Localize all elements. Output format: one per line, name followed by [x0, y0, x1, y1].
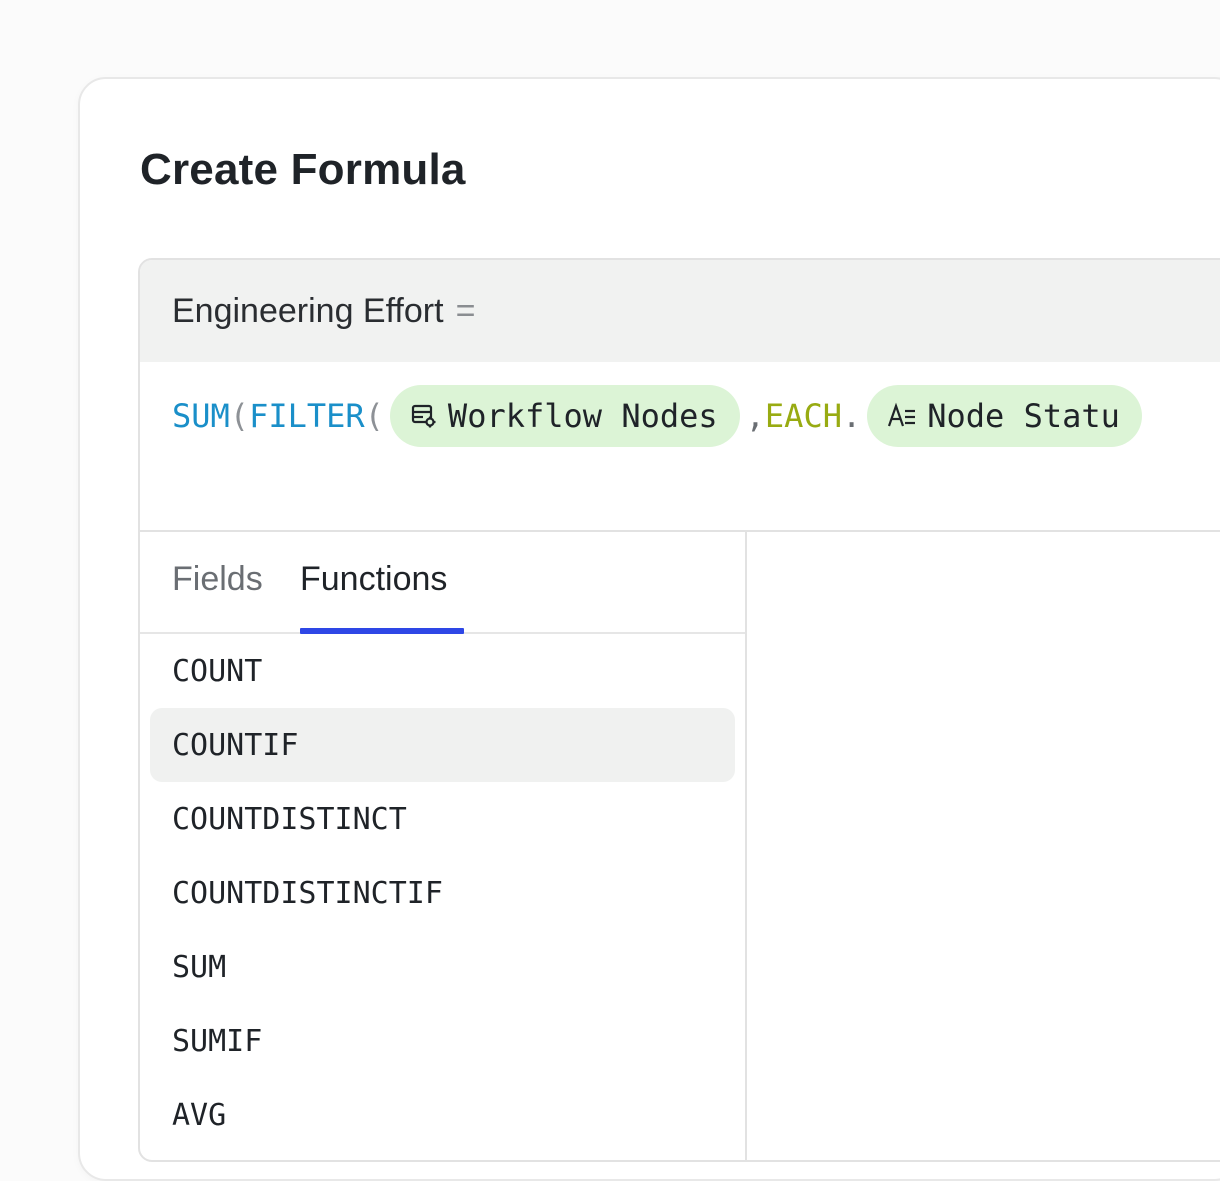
function-item-countif[interactable]: COUNTIF	[150, 708, 735, 782]
comma-token: ,	[745, 397, 765, 435]
panel-tabs: Fields Functions	[140, 532, 745, 634]
function-list: COUNT COUNTIF COUNTDISTINCT COUNTDISTINC…	[140, 634, 745, 1152]
chip-label: Workflow Nodes	[447, 397, 718, 435]
formula-input[interactable]: SUM ( FILTER ( Workflow Nodes , EACH . N…	[140, 362, 1220, 532]
function-token-sum[interactable]: SUM	[172, 397, 230, 435]
function-item-avg[interactable]: AVG	[140, 1078, 735, 1152]
function-item-sum[interactable]: SUM	[140, 930, 735, 1004]
paren-token: (	[364, 397, 384, 435]
function-item-countdistinct[interactable]: COUNTDISTINCT	[140, 782, 735, 856]
chip-label: Node Statu	[927, 397, 1120, 435]
formula-editor: Engineering Effort = SUM ( FILTER (Work…	[138, 258, 1220, 1162]
function-item-count[interactable]: COUNT	[140, 634, 735, 708]
tab-functions[interactable]: Functions	[300, 560, 447, 599]
function-item-countdistinctif[interactable]: COUNTDISTINCTIF	[140, 856, 735, 930]
field-name: Engineering Effort	[172, 291, 444, 330]
field-chip-workflow-nodes[interactable]: Workflow Nodes	[389, 385, 740, 447]
function-item-sumif[interactable]: SUMIF	[140, 1004, 735, 1078]
function-token-filter[interactable]: FILTER	[249, 397, 365, 435]
equals-sign: =	[455, 291, 476, 330]
editor-lower-area: Fields Functions COUNT COUNTIF COUNTDIST…	[140, 532, 1220, 1160]
reference-panel: Fields Functions COUNT COUNTIF COUNTDIST…	[140, 532, 747, 1160]
formula-expression[interactable]: SUM ( FILTER ( Workflow Nodes , EACH . N…	[172, 384, 1148, 448]
tab-fields[interactable]: Fields	[172, 560, 263, 599]
text-field-icon	[887, 402, 917, 430]
each-keyword[interactable]: EACH	[765, 397, 842, 435]
dialog-title: Create Formula	[140, 145, 466, 194]
paren-token: (	[229, 397, 250, 435]
field-chip-node-status[interactable]: Node Statu	[867, 385, 1142, 447]
field-header: Engineering Effort =	[140, 260, 1220, 362]
table-settings-icon	[410, 402, 438, 430]
dot-token: .	[841, 397, 862, 435]
